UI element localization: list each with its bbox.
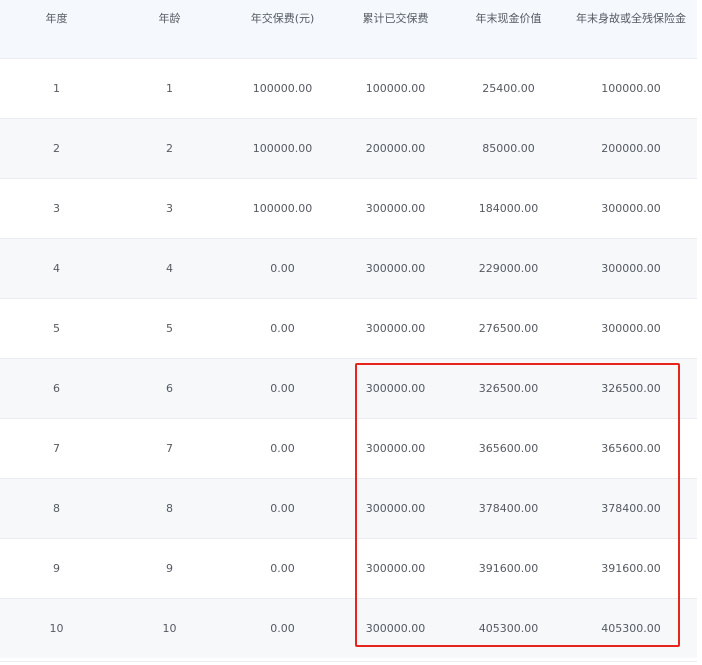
cell-year: 4 <box>53 261 60 275</box>
benefit-table-view: 年度 年龄 年交保费(元) 累计已交保费 年末现金价值 年末身故或全残保险金 1… <box>0 0 702 665</box>
table-body: 1 1 100000.00 100000.00 25400.00 100000.… <box>0 58 697 658</box>
cell-annual-premium: 0.00 <box>270 261 295 275</box>
table-right-edge <box>697 0 702 665</box>
cell-cumulative-premium: 300000.00 <box>365 501 426 515</box>
cell-annual-premium: 100000.00 <box>252 81 313 95</box>
cell-year: 7 <box>53 441 60 455</box>
cell-annual-premium: 0.00 <box>270 321 295 335</box>
cell-death-benefit: 365600.00 <box>601 441 661 455</box>
cell-cash-value: 405300.00 <box>478 621 539 635</box>
cell-annual-premium: 0.00 <box>270 561 295 575</box>
cell-cumulative-premium: 200000.00 <box>365 141 426 155</box>
header-cumulative-premium: 累计已交保费 <box>362 12 429 25</box>
cell-cash-value: 85000.00 <box>482 141 535 155</box>
cell-cash-value: 184000.00 <box>478 201 539 215</box>
cell-cash-value: 25400.00 <box>482 81 535 95</box>
cell-annual-premium: 100000.00 <box>252 141 313 155</box>
cell-age: 7 <box>166 441 173 455</box>
table-row: 9 9 0.00 300000.00 391600.00 391600.00 <box>0 538 697 598</box>
cell-cumulative-premium: 300000.00 <box>365 441 426 455</box>
cell-age: 6 <box>166 381 173 395</box>
cell-age: 8 <box>166 501 173 515</box>
table-row: 7 7 0.00 300000.00 365600.00 365600.00 <box>0 418 697 478</box>
table-row: 6 6 0.00 300000.00 326500.00 326500.00 <box>0 358 697 418</box>
cell-death-benefit: 326500.00 <box>601 381 661 395</box>
cell-death-benefit: 300000.00 <box>601 321 661 335</box>
cell-year: 3 <box>53 201 60 215</box>
header-year: 年度 <box>45 12 68 25</box>
cell-cumulative-premium: 300000.00 <box>365 321 426 335</box>
cell-cash-value: 378400.00 <box>478 501 539 515</box>
table-bottom-divider <box>0 661 697 662</box>
cell-death-benefit: 405300.00 <box>601 621 661 635</box>
cell-year: 5 <box>53 321 60 335</box>
cell-age: 5 <box>166 321 173 335</box>
cell-cumulative-premium: 300000.00 <box>365 621 426 635</box>
cell-cumulative-premium: 300000.00 <box>365 561 426 575</box>
cell-annual-premium: 0.00 <box>270 381 295 395</box>
header-cash-value: 年末现金价值 <box>475 12 542 25</box>
cell-age: 4 <box>166 261 173 275</box>
cell-cash-value: 365600.00 <box>478 441 539 455</box>
header-death-benefit: 年末身故或全残保险金 <box>576 12 686 25</box>
cell-cumulative-premium: 300000.00 <box>365 261 426 275</box>
cell-year: 8 <box>53 501 60 515</box>
table-row: 5 5 0.00 300000.00 276500.00 300000.00 <box>0 298 697 358</box>
cell-year: 10 <box>49 621 64 635</box>
cell-death-benefit: 300000.00 <box>601 261 661 275</box>
table-row: 2 2 100000.00 200000.00 85000.00 200000.… <box>0 118 697 178</box>
table-row: 3 3 100000.00 300000.00 184000.00 300000… <box>0 178 697 238</box>
cell-age: 2 <box>166 141 173 155</box>
cell-cash-value: 326500.00 <box>478 381 539 395</box>
cell-death-benefit: 378400.00 <box>601 501 661 515</box>
cell-year: 9 <box>53 561 60 575</box>
table-header: 年度 年龄 年交保费(元) 累计已交保费 年末现金价值 年末身故或全残保险金 <box>0 0 697 58</box>
cell-cumulative-premium: 100000.00 <box>365 81 426 95</box>
header-annual-premium: 年交保费(元) <box>250 12 315 25</box>
header-age: 年龄 <box>158 12 181 25</box>
cell-age: 3 <box>166 201 173 215</box>
table-row: 4 4 0.00 300000.00 229000.00 300000.00 <box>0 238 697 298</box>
cell-year: 6 <box>53 381 60 395</box>
cell-annual-premium: 0.00 <box>270 441 295 455</box>
cell-age: 1 <box>166 81 173 95</box>
cell-age: 9 <box>166 561 173 575</box>
benefit-table: 年度 年龄 年交保费(元) 累计已交保费 年末现金价值 年末身故或全残保险金 1… <box>0 0 697 658</box>
cell-cumulative-premium: 300000.00 <box>365 201 426 215</box>
table-row: 1 1 100000.00 100000.00 25400.00 100000.… <box>0 58 697 118</box>
cell-death-benefit: 100000.00 <box>601 81 661 95</box>
cell-cash-value: 229000.00 <box>478 261 539 275</box>
cell-death-benefit: 200000.00 <box>601 141 661 155</box>
table-row: 10 10 0.00 300000.00 405300.00 405300.00 <box>0 598 697 658</box>
cell-age: 10 <box>162 621 177 635</box>
cell-annual-premium: 0.00 <box>270 501 295 515</box>
cell-cumulative-premium: 300000.00 <box>365 381 426 395</box>
cell-year: 2 <box>53 141 60 155</box>
cell-death-benefit: 391600.00 <box>601 561 661 575</box>
cell-annual-premium: 0.00 <box>270 621 295 635</box>
cell-cash-value: 276500.00 <box>478 321 539 335</box>
table-row: 8 8 0.00 300000.00 378400.00 378400.00 <box>0 478 697 538</box>
cell-annual-premium: 100000.00 <box>252 201 313 215</box>
cell-cash-value: 391600.00 <box>478 561 539 575</box>
cell-death-benefit: 300000.00 <box>601 201 661 215</box>
header-row: 年度 年龄 年交保费(元) 累计已交保费 年末现金价值 年末身故或全残保险金 <box>0 0 697 58</box>
cell-year: 1 <box>53 81 60 95</box>
